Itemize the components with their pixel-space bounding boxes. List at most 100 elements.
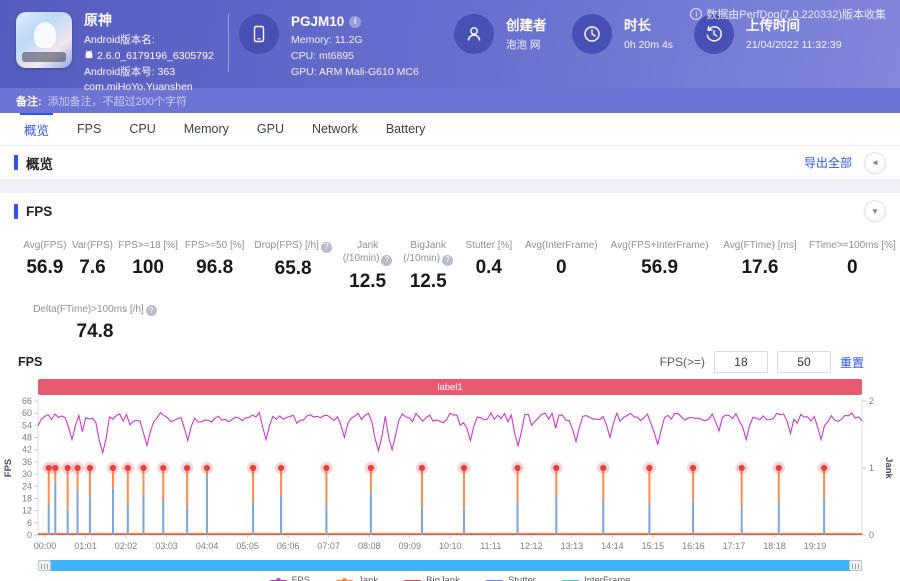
svg-text:1: 1: [869, 463, 874, 473]
app-version-label: Android版本名:: [84, 34, 155, 47]
svg-text:00:00: 00:00: [34, 541, 57, 551]
legend-label: Jank: [358, 575, 379, 581]
device-name: PGJM10: [291, 14, 345, 29]
tab-GPU[interactable]: GPU: [243, 113, 298, 145]
help-icon[interactable]: ?: [145, 305, 157, 317]
app-version-code: Android版本号: 363: [84, 65, 176, 78]
chart-scrollbar[interactable]: [38, 560, 862, 572]
svg-text:42: 42: [22, 445, 32, 455]
header-divider: [228, 14, 229, 72]
fps-threshold-input-2[interactable]: [776, 351, 831, 374]
app-version-name: 2.6.0_6179196_6305792: [97, 49, 214, 62]
svg-text:02:02: 02:02: [115, 541, 138, 551]
metric: Delta(FTime)>100ms [/h]? 74.8: [20, 303, 170, 344]
metric: Jank (/10min)? 12.5: [338, 239, 398, 293]
metric-label: Avg(FTime) [ms]: [723, 240, 797, 251]
scrollbar-left-handle[interactable]: [38, 560, 51, 572]
svg-text:6: 6: [27, 518, 32, 528]
help-icon[interactable]: ?: [381, 254, 393, 266]
metric-label: Var(FPS): [72, 240, 113, 251]
scrollbar-right-handle[interactable]: [849, 560, 862, 572]
collect-note: i 数据由PerfDog(7.0.220332)版本收集: [690, 6, 886, 22]
svg-text:12: 12: [22, 506, 32, 516]
tab-bar: 概览 FPS CPU Memory GPU Network Battery: [0, 113, 900, 146]
legend-item-BigJank[interactable]: BigJank: [404, 575, 460, 581]
metric: BigJank (/10min)? 12.5: [397, 239, 459, 293]
fps-section-title: FPS: [14, 204, 52, 219]
legend-item-InterFrame[interactable]: InterFrame: [561, 575, 630, 581]
svg-text:14:14: 14:14: [601, 541, 624, 551]
metric-label: Stutter [%]: [465, 240, 513, 251]
chart-label-band: label1: [38, 379, 862, 396]
reset-link[interactable]: 重置: [840, 354, 864, 371]
svg-text:11:11: 11:11: [480, 541, 501, 551]
metric-value: 74.8: [76, 321, 114, 343]
phone-icon: [239, 14, 279, 54]
svg-text:03:03: 03:03: [155, 541, 178, 551]
tab-Network[interactable]: Network: [298, 113, 372, 145]
svg-text:15:15: 15:15: [642, 541, 665, 551]
device-memory: Memory: 11.2G: [291, 34, 363, 46]
fps-metrics-row: Avg(FPS) 56.9 Var(FPS) 7.6 FPS>=18 [%] 100 FPS…: [0, 229, 900, 293]
overview-collapse-button[interactable]: ◄: [864, 151, 886, 174]
creator-card: 创建者 泡泡 网: [454, 14, 572, 54]
help-icon[interactable]: ?: [442, 254, 454, 266]
help-icon[interactable]: ?: [320, 241, 332, 253]
legend-item-Jank[interactable]: Jank: [336, 575, 378, 581]
svg-text:30: 30: [22, 469, 32, 479]
svg-text:05:05: 05:05: [236, 541, 259, 551]
metric-value: 100: [132, 257, 164, 278]
app-name: 原神: [84, 12, 112, 28]
tab-Battery[interactable]: Battery: [372, 113, 440, 145]
metric-label: FPS>=18 [%]: [118, 240, 178, 251]
metric: Avg(FPS) 56.9: [20, 239, 70, 293]
metric-label: Avg(FPS+InterFrame): [610, 240, 709, 251]
metric-label: Delta(FTime)>100ms [/h]?: [20, 303, 170, 317]
metric-value: 56.9: [26, 257, 64, 278]
collect-note-text: 数据由PerfDog(7.0.220332)版本收集: [706, 9, 886, 21]
metric: Avg(InterFrame) 0: [519, 239, 604, 293]
tab-FPS[interactable]: FPS: [63, 113, 115, 145]
metric-value: 65.8: [274, 257, 312, 279]
svg-text:36: 36: [22, 457, 32, 467]
fps-collapse-button[interactable]: ▼: [864, 200, 886, 222]
overview-section-header: 概览 导出全部 ◄: [0, 146, 900, 180]
svg-text:0: 0: [27, 530, 32, 540]
fps-threshold-input-1[interactable]: [713, 351, 768, 374]
device-info-icon[interactable]: i: [349, 15, 362, 28]
export-all-link[interactable]: 导出全部: [804, 154, 852, 171]
svg-text:08:08: 08:08: [358, 541, 381, 551]
metric-value: 12.5: [409, 270, 447, 292]
app-block: 原神 Android版本名: 2.6.0_6179196_6305792 And…: [16, 10, 228, 95]
metric-value: 12.5: [349, 270, 387, 292]
metric-label: FTime>=100ms [%]: [808, 240, 896, 251]
legend-item-Stutter[interactable]: Stutter: [485, 575, 536, 581]
fps-section-header: FPS ▼: [0, 193, 900, 229]
tab-Memory[interactable]: Memory: [170, 113, 243, 145]
duration-label: 时长: [624, 18, 651, 33]
metric-label: BigJank (/10min)?: [397, 239, 459, 266]
creator-label: 创建者: [506, 18, 547, 33]
device-cpu: CPU: mt6895: [291, 49, 355, 62]
svg-text:Jank: Jank: [883, 458, 894, 480]
svg-text:66: 66: [22, 396, 32, 406]
clock-icon: [572, 14, 612, 54]
legend-label: FPS: [291, 575, 311, 581]
tab-CPU[interactable]: CPU: [115, 113, 169, 145]
metric: Drop(FPS) [/h]? 65.8: [248, 239, 337, 293]
metric: FPS>=50 [%] 96.8: [181, 239, 249, 293]
metric-value: 0: [847, 257, 858, 278]
metric-value: 17.6: [741, 257, 779, 278]
svg-text:2: 2: [869, 396, 874, 406]
tab-概览[interactable]: 概览: [10, 113, 63, 145]
chevron-down-icon: ▼: [871, 206, 879, 216]
svg-text:19:19: 19:19: [804, 541, 827, 551]
svg-text:12:12: 12:12: [520, 541, 543, 551]
svg-text:01:01: 01:01: [74, 541, 97, 551]
legend-item-FPS[interactable]: FPS: [269, 575, 311, 581]
metric: Avg(FPS+InterFrame) 56.9: [604, 239, 715, 293]
metric: Stutter [%] 0.4: [459, 239, 519, 293]
metric-label: FPS>=50 [%]: [184, 240, 245, 251]
chevron-left-icon: ◄: [871, 158, 879, 167]
svg-text:06:06: 06:06: [277, 541, 300, 551]
